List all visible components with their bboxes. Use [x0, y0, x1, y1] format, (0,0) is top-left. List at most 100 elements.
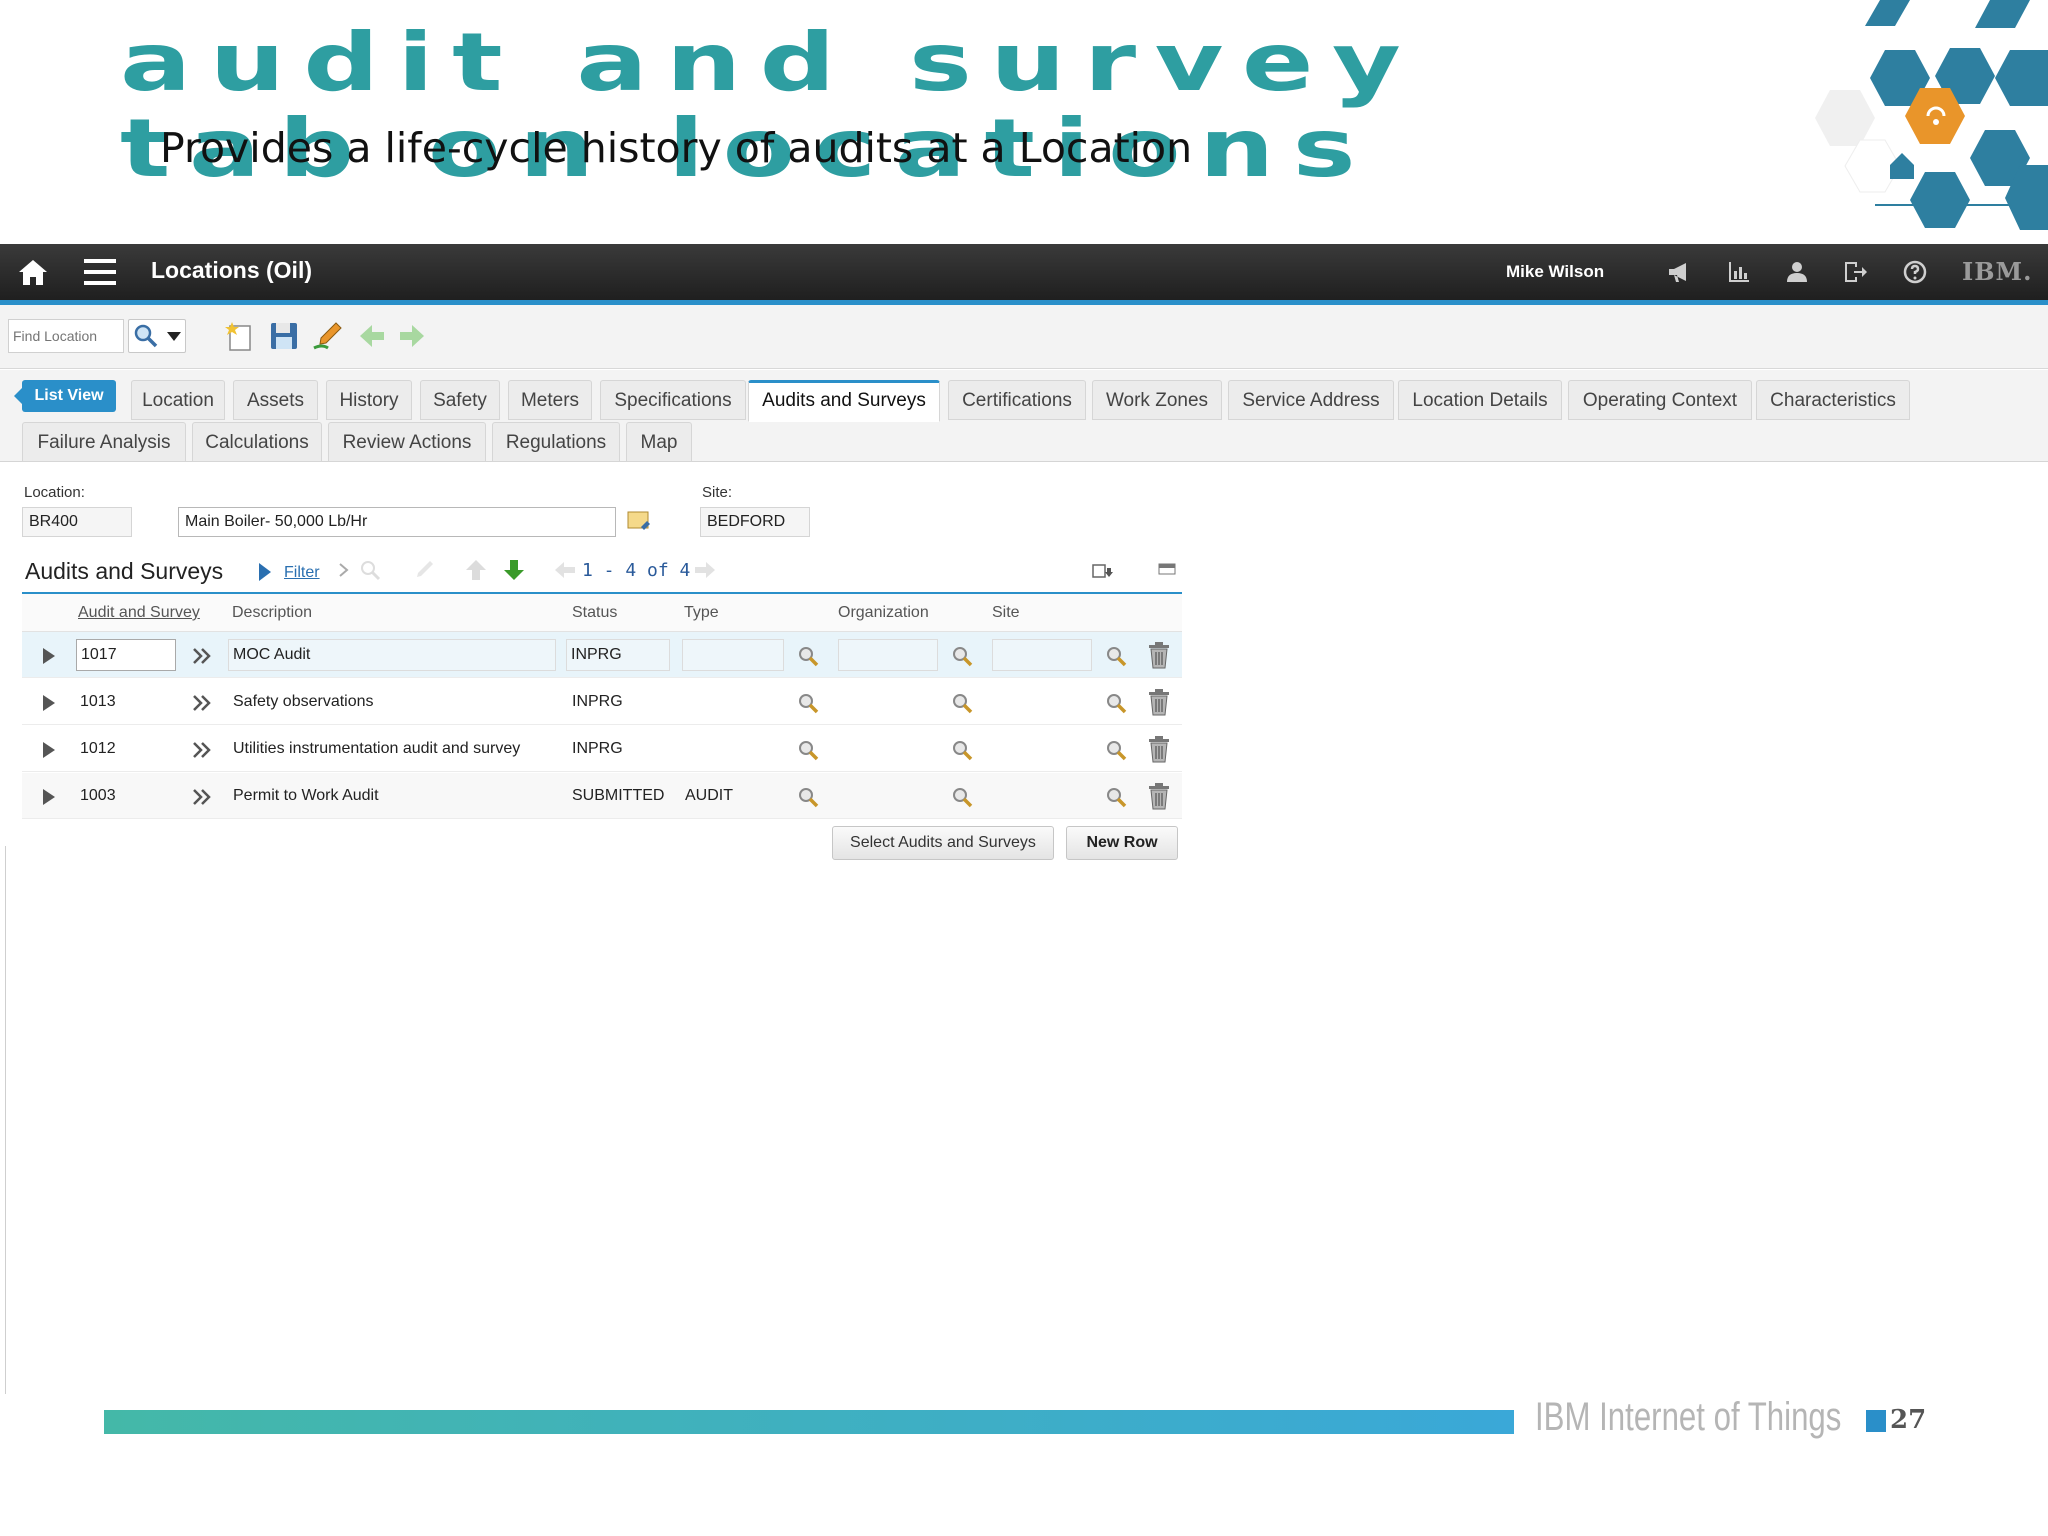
expand-row-icon[interactable] [42, 694, 56, 712]
tab-calculations[interactable]: Calculations [192, 422, 322, 462]
menu-icon[interactable] [84, 259, 116, 285]
column-header-site[interactable]: Site [992, 604, 1020, 622]
user-name[interactable]: Mike Wilson [1506, 262, 1604, 282]
go-to-record-icon[interactable] [192, 741, 212, 759]
site-lookup-icon[interactable] [1104, 644, 1128, 668]
edit-icon[interactable] [412, 558, 436, 582]
delete-row-icon[interactable] [1146, 641, 1172, 669]
column-header-status[interactable]: Status [572, 604, 617, 622]
tab-history[interactable]: History [326, 380, 412, 420]
tab-service-address[interactable]: Service Address [1228, 380, 1394, 420]
arrow-down-icon[interactable] [502, 558, 526, 582]
table-header: Audit and Survey Description Status Type… [22, 592, 1182, 632]
type-lookup-icon[interactable] [796, 785, 820, 809]
go-to-record-icon[interactable] [192, 694, 212, 712]
previous-arrow-icon[interactable] [356, 320, 388, 352]
site-input[interactable] [992, 639, 1092, 671]
type-input[interactable] [682, 639, 784, 671]
search-button[interactable] [128, 319, 186, 353]
long-description-icon[interactable] [626, 509, 652, 533]
site-field[interactable]: BEDFORD [700, 507, 810, 537]
chart-icon[interactable] [1726, 259, 1752, 285]
help-icon[interactable] [1902, 259, 1928, 285]
type-lookup-icon[interactable] [796, 691, 820, 715]
new-record-icon[interactable] [224, 320, 256, 352]
page-previous-icon[interactable] [554, 560, 576, 580]
list-view-button[interactable]: List View [14, 380, 116, 412]
footer-square [1866, 1410, 1886, 1432]
save-icon[interactable] [268, 320, 300, 352]
organization-lookup-icon[interactable] [950, 738, 974, 762]
new-row-button[interactable]: New Row [1066, 826, 1178, 860]
tab-specifications[interactable]: Specifications [600, 380, 746, 420]
expand-row-icon[interactable] [42, 788, 56, 806]
table-row[interactable]: 1003 Permit to Work Audit SUBMITTED AUDI… [22, 773, 1182, 819]
tab-map[interactable]: Map [626, 422, 692, 462]
filter-triangle-icon[interactable] [258, 562, 272, 582]
column-header-type[interactable]: Type [684, 604, 719, 622]
type-lookup-icon[interactable] [796, 738, 820, 762]
tab-operating-context[interactable]: Operating Context [1568, 380, 1752, 420]
column-header-audit-and-survey[interactable]: Audit and Survey [78, 604, 200, 622]
tab-regulations[interactable]: Regulations [492, 422, 620, 462]
location-field[interactable]: BR400 [22, 507, 132, 537]
delete-row-icon[interactable] [1146, 688, 1172, 716]
select-audits-button[interactable]: Select Audits and Surveys [832, 826, 1054, 860]
location-description-field[interactable]: Main Boiler- 50,000 Lb/Hr [178, 507, 616, 537]
tab-bar: List View Location Assets History Safety… [0, 370, 2048, 462]
download-icon[interactable] [1092, 562, 1114, 580]
tab-work-zones[interactable]: Work Zones [1092, 380, 1222, 420]
column-header-description[interactable]: Description [232, 604, 312, 622]
organization-lookup-icon[interactable] [950, 644, 974, 668]
audits-section-title: Audits and Surveys [25, 558, 224, 584]
page-next-icon[interactable] [694, 560, 716, 580]
next-arrow-icon[interactable] [396, 320, 428, 352]
delete-row-icon[interactable] [1146, 735, 1172, 763]
site-lookup-icon[interactable] [1104, 738, 1128, 762]
organization-lookup-icon[interactable] [950, 691, 974, 715]
column-header-organization[interactable]: Organization [838, 604, 929, 622]
go-to-record-icon[interactable] [192, 647, 212, 665]
site-lookup-icon[interactable] [1104, 785, 1128, 809]
find-location-input[interactable] [8, 319, 124, 353]
delete-row-icon[interactable] [1146, 782, 1172, 810]
slide-subtitle: Provides a life-cycle history of audits … [160, 124, 1193, 172]
chevron-right-icon[interactable] [338, 562, 350, 578]
table-row[interactable]: 1017 MOC Audit INPRG [22, 632, 1182, 678]
collapse-section-icon[interactable] [1158, 562, 1176, 576]
location-label: Location: [24, 484, 85, 501]
tab-assets[interactable]: Assets [233, 380, 318, 420]
filter-link[interactable]: Filter [284, 564, 320, 582]
organization-input[interactable] [838, 639, 938, 671]
status-input[interactable]: INPRG [566, 639, 670, 671]
tab-failure-analysis[interactable]: Failure Analysis [22, 422, 186, 462]
table-row[interactable]: 1013 Safety observations INPRG [22, 679, 1182, 725]
tab-location-details[interactable]: Location Details [1398, 380, 1562, 420]
logout-icon[interactable] [1842, 259, 1868, 285]
go-to-record-icon[interactable] [192, 788, 212, 806]
search-icon [134, 324, 158, 348]
tab-certifications[interactable]: Certifications [948, 380, 1086, 420]
tab-characteristics[interactable]: Characteristics [1756, 380, 1910, 420]
arrow-up-icon[interactable] [464, 558, 488, 582]
description-input[interactable]: MOC Audit [228, 639, 556, 671]
user-icon[interactable] [1784, 259, 1810, 285]
tab-review-actions[interactable]: Review Actions [328, 422, 486, 462]
organization-lookup-icon[interactable] [950, 785, 974, 809]
site-lookup-icon[interactable] [1104, 691, 1128, 715]
clear-changes-icon[interactable] [312, 320, 344, 352]
tab-safety[interactable]: Safety [420, 380, 500, 420]
expand-row-icon[interactable] [42, 647, 56, 665]
tab-location[interactable]: Location [131, 380, 225, 420]
expand-row-icon[interactable] [42, 741, 56, 759]
table-search-icon[interactable] [358, 558, 382, 582]
audit-id-input[interactable]: 1017 [76, 639, 176, 671]
tab-audits-and-surveys[interactable]: Audits and Surveys [748, 380, 940, 422]
table-row[interactable]: 1012 Utilities instrumentation audit and… [22, 726, 1182, 772]
type-lookup-icon[interactable] [796, 644, 820, 668]
megaphone-icon[interactable] [1666, 259, 1692, 285]
app-title: Locations (Oil) [151, 257, 312, 283]
tab-meters[interactable]: Meters [508, 380, 592, 420]
ibm-logo: IBM. [1962, 257, 2033, 286]
home-icon[interactable] [18, 258, 48, 286]
